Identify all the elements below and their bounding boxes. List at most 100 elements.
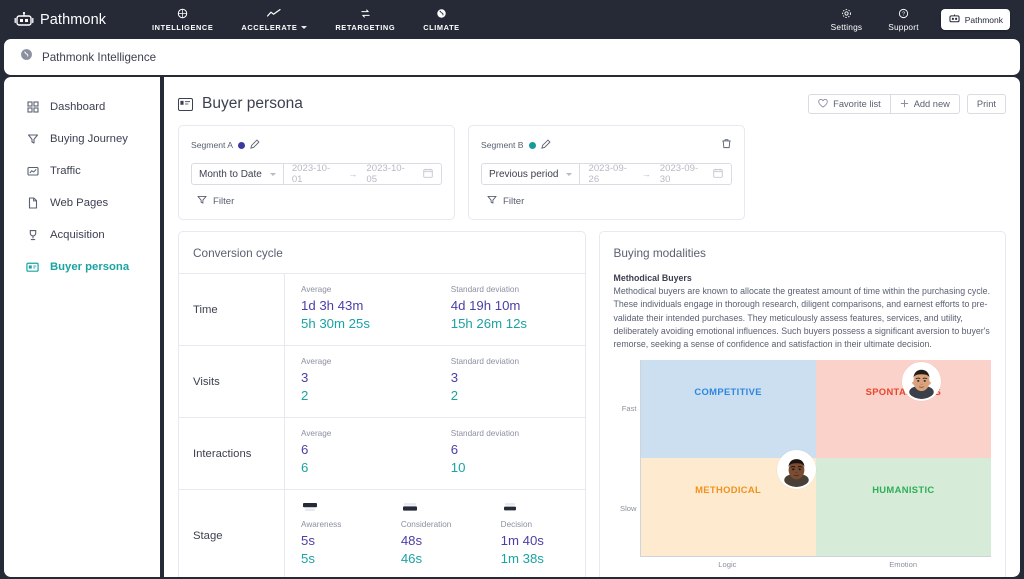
cell-value-segment-b: 15h 26m 12s <box>451 315 585 333</box>
cell-time-average: Average 1d 3h 43m 5h 30m 25s <box>285 285 435 335</box>
nav-item-support[interactable]: ? Support <box>884 4 922 35</box>
cell-visits-stddev: Standard deviation 3 2 <box>435 357 585 407</box>
sidebar-item-acquisition[interactable]: Acquisition <box>4 219 160 251</box>
heart-icon <box>818 99 828 110</box>
nav-item-climate[interactable]: CLIMATE <box>409 5 474 35</box>
buying-modalities-paragraph: Methodical buyers are known to allocate … <box>614 285 992 352</box>
cell-value-segment-a: 3 <box>451 369 585 387</box>
gear-icon <box>841 7 852 19</box>
cell-value-segment-a: 6 <box>301 441 435 459</box>
breadcrumb-label[interactable]: Pathmonk Intelligence <box>42 51 156 64</box>
pathmonk-mark-icon <box>948 13 961 26</box>
page-title: Buyer persona <box>202 95 303 113</box>
buying-modalities-heading: Methodical Buyers <box>614 273 992 283</box>
segments-row: Segment A Month to Date 2023-10-01 → 202… <box>174 119 1010 220</box>
cell-visits-average: Average 3 2 <box>285 357 435 407</box>
cell-value-segment-b: 5h 30m 25s <box>301 315 435 333</box>
y-tick-slow: Slow <box>620 504 636 513</box>
sidebar-item-buyer-persona-label: Buyer persona <box>50 261 129 273</box>
buying-modalities-panel: Buying modalities Methodical Buyers Meth… <box>599 231 1007 577</box>
main-content: Buyer persona Favorite list Add new Prin… <box>164 77 1020 577</box>
stage-bar-icon <box>301 501 385 514</box>
y-tick-fast: Fast <box>622 404 637 413</box>
segment-b-preset-select[interactable]: Previous period <box>481 163 580 185</box>
cell-value-segment-a: 1m 40s <box>501 532 585 550</box>
row-label-stage: Stage <box>179 490 285 577</box>
brand[interactable]: Pathmonk <box>14 12 126 28</box>
sidebar-item-traffic[interactable]: Traffic <box>4 155 160 187</box>
favorite-list-button[interactable]: Favorite list <box>808 94 891 114</box>
globe-icon <box>177 8 188 20</box>
cell-sublabel: Standard deviation <box>451 285 585 294</box>
add-new-button[interactable]: Add new <box>891 94 960 114</box>
persona-avatar-spontaneous[interactable] <box>902 362 941 401</box>
cell-sublabel: Standard deviation <box>451 357 585 366</box>
sidebar-item-buyer-persona[interactable]: Buyer persona <box>4 251 160 283</box>
persona-avatar-methodical[interactable] <box>777 450 816 489</box>
segment-b-date-range[interactable]: 2023-09-26 → 2023-09-30 <box>580 163 732 185</box>
segment-card-b: Segment B Previous period 2023-09-26 <box>468 125 745 220</box>
buying-modalities-chart: Fast Slow COMPETITIVE SPONTANEOUS MET <box>600 352 1006 569</box>
chevron-down-icon <box>270 173 276 176</box>
row-label-interactions: Interactions <box>179 418 285 489</box>
account-pill-label: Pathmonk <box>965 15 1003 25</box>
nav-item-intelligence[interactable]: INTELLIGENCE <box>138 5 227 35</box>
favorite-list-label: Favorite list <box>833 99 881 109</box>
funnel-icon <box>26 133 39 146</box>
segment-a-filter-label: Filter <box>213 196 234 207</box>
nav-item-intelligence-label: INTELLIGENCE <box>152 23 213 32</box>
segment-b-name: Segment B <box>481 140 524 150</box>
segment-a-date-start: 2023-10-01 <box>292 163 340 185</box>
nav-item-settings[interactable]: Settings <box>827 4 867 35</box>
segment-a-preset-select[interactable]: Month to Date <box>191 163 284 185</box>
delete-segment-button[interactable] <box>721 136 732 154</box>
segment-a-preset-value: Month to Date <box>199 169 262 180</box>
segment-a-date-range[interactable]: 2023-10-01 → 2023-10-05 <box>284 163 442 185</box>
cell-stage-consideration: Consideration 48s 46s <box>385 501 485 572</box>
print-button[interactable]: Print <box>967 94 1006 114</box>
chevron-down-icon[interactable] <box>301 26 307 29</box>
row-label-visits: Visits <box>179 346 285 417</box>
cell-value-segment-b: 2 <box>451 387 585 405</box>
quadrant-competitive[interactable]: COMPETITIVE <box>641 360 816 458</box>
chart-plot-area: COMPETITIVE SPONTANEOUS METHODICAL HUMAN… <box>640 360 992 557</box>
segment-b-filter-button[interactable]: Filter <box>481 195 732 208</box>
cell-stage-awareness: Awareness 5s 5s <box>285 501 385 572</box>
nav-item-accelerate[interactable]: ACCELERATE <box>227 5 321 35</box>
sidebar-item-dashboard[interactable]: Dashboard <box>4 91 160 123</box>
question-circle-icon: ? <box>898 7 909 19</box>
cell-sublabel: Consideration <box>401 520 485 529</box>
sidebar-item-buying-journey[interactable]: Buying Journey <box>4 123 160 155</box>
conversion-cycle-panel: Conversion cycle Time Average 1d 3h 43m … <box>178 231 586 577</box>
sidebar-item-web-pages[interactable]: Web Pages <box>4 187 160 219</box>
cell-value-segment-b: 1m 38s <box>501 550 585 568</box>
nav-item-settings-label: Settings <box>831 22 863 32</box>
range-arrow-icon: → <box>348 169 357 179</box>
cell-value-segment-b: 10 <box>451 459 585 477</box>
account-pill[interactable]: Pathmonk <box>941 9 1010 30</box>
nav-item-retargeting[interactable]: RETARGETING <box>321 5 409 35</box>
sidebar-item-dashboard-label: Dashboard <box>50 101 105 113</box>
quadrant-humanistic[interactable]: HUMANISTIC <box>816 458 991 556</box>
trend-up-icon <box>267 8 281 20</box>
stage-bar-icon <box>401 501 485 514</box>
pathmonk-mark-icon <box>20 48 33 66</box>
edit-pencil-icon[interactable] <box>541 136 551 154</box>
trophy-icon <box>26 229 39 242</box>
edit-pencil-icon[interactable] <box>250 136 260 154</box>
segment-a-header: Segment A <box>191 136 442 154</box>
cell-value-segment-b: 46s <box>401 550 485 568</box>
x-tick-emotion: Emotion <box>815 560 991 569</box>
quadrant-methodical-label: METHODICAL <box>695 484 761 495</box>
x-tick-logic: Logic <box>640 560 816 569</box>
segment-a-date-controls: Month to Date 2023-10-01 → 2023-10-05 <box>191 163 442 185</box>
brand-name: Pathmonk <box>40 12 106 28</box>
cell-sublabel: Awareness <box>301 520 385 529</box>
nav-item-accelerate-text: ACCELERATE <box>241 23 297 32</box>
segment-a-filter-button[interactable]: Filter <box>191 195 442 208</box>
app-shell: Dashboard Buying Journey Traffic Web Pag… <box>4 77 1020 577</box>
nav-item-accelerate-label: ACCELERATE <box>241 23 307 32</box>
segment-b-date-end: 2023-09-30 <box>660 163 704 185</box>
table-row: Stage Awareness 5s 5s <box>179 490 585 577</box>
range-arrow-icon: → <box>642 169 651 179</box>
